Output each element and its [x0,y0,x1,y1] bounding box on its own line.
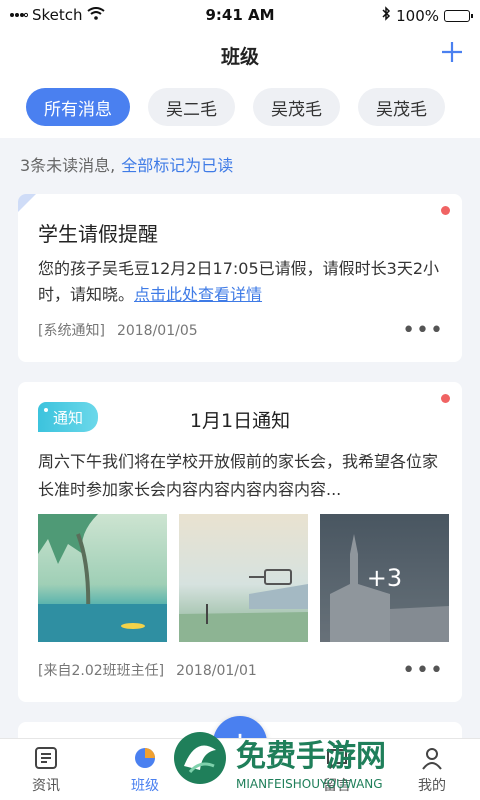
unread-dot [441,394,450,403]
battery-percent: 100% [396,6,439,25]
message-source: [系统通知] [38,323,105,339]
chip-student-2[interactable]: 吴茂毛 [253,88,340,126]
news-icon [33,745,59,771]
filter-chips: 所有消息 吴二毛 吴茂毛 吴茂毛 [0,78,480,138]
chip-all-messages[interactable]: 所有消息 [26,88,130,126]
add-icon[interactable] [440,40,464,64]
more-icon[interactable]: ••• [402,318,444,343]
status-bar: Sketch 9:41 AM 100% [0,0,480,30]
message-meta: [来自2.02班班主任] 2018/01/01 [38,660,257,680]
tab-news[interactable]: 资讯 [6,745,86,795]
message-card-notice[interactable]: 通知 1月1日通知 周六下午我们将在学校开放假前的家长会，我希望各位家长准时参加… [18,382,462,702]
unread-dot [441,206,450,215]
bluetooth-icon [381,6,391,25]
site-watermark: 免费手游网 MIANFEISHOUYOUWANG [166,726,466,796]
nav-bar: 班级 [0,30,480,78]
more-photos-count: +3 [320,514,449,642]
message-source: [来自2.02班班主任] [38,663,165,679]
message-date: 2018/01/05 [116,323,198,339]
photo-grid: +3 [38,514,449,642]
class-icon [132,745,158,771]
chip-student-3[interactable]: 吴茂毛 [358,88,445,126]
unread-count-text: 3条未读消息, [20,156,116,175]
watermark-title: 免费手游网 [236,739,386,774]
mark-all-read-link[interactable]: 全部标记为已读 [121,156,233,175]
message-meta: [系统通知] 2018/01/05 [38,320,198,340]
tab-label: 资讯 [32,778,60,794]
message-body: 周六下午我们将在学校开放假前的家长会，我希望各位家长准时参加家长会内容内容内容内… [38,452,439,499]
watermark-subtitle: MIANFEISHOUYOUWANG [236,777,383,791]
message-title: 学生请假提醒 [38,222,158,246]
message-title: 1月1日通知 [189,410,291,432]
card-corner-mark [18,194,36,212]
unread-summary: 3条未读消息, 全部标记为已读 [20,152,233,176]
status-right: 100% [381,6,473,25]
photo-thumbnail[interactable] [38,514,167,642]
page-title: 班级 [220,46,259,68]
photo-thumbnail[interactable] [179,514,308,642]
message-date: 2018/01/01 [176,663,257,679]
message-body: 您的孩子吴毛豆12月2日17:05已请假，请假时长3天2小时，请知晓。点击此处查… [38,256,446,308]
message-card-leave[interactable]: 学生请假提醒 您的孩子吴毛豆12月2日17:05已请假，请假时长3天2小时，请知… [18,194,462,362]
details-link[interactable]: 点击此处查看详情 [134,285,262,304]
chip-student-1[interactable]: 吴二毛 [148,88,235,126]
battery-icon [444,9,473,22]
photo-thumbnail-more[interactable]: +3 [320,514,449,642]
more-icon[interactable]: ••• [402,658,444,683]
